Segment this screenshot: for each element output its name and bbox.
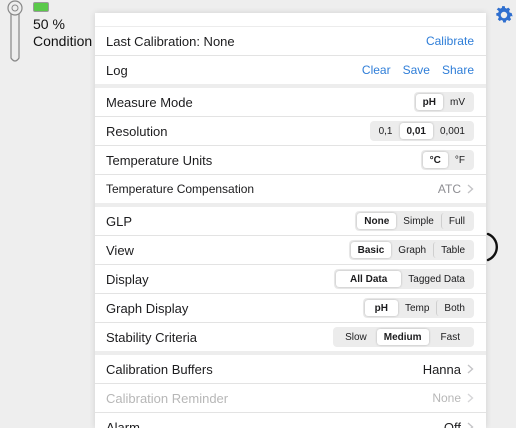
- display-label: Display: [106, 271, 149, 287]
- measure-mode-ph[interactable]: pH: [415, 94, 443, 110]
- display-control: All Data Tagged Data: [334, 269, 474, 289]
- glp-full[interactable]: Full: [440, 213, 472, 229]
- last-calibration-row: Last Calibration: None Calibrate: [95, 27, 486, 56]
- calibrate-link[interactable]: Calibrate: [426, 34, 474, 48]
- graph-display-both[interactable]: Both: [436, 300, 472, 316]
- log-label: Log: [106, 62, 128, 78]
- temperature-units-fahrenheit[interactable]: °F: [448, 152, 472, 168]
- view-table[interactable]: Table: [433, 242, 472, 258]
- glp-label: GLP: [106, 213, 133, 229]
- calibration-reminder-label: Calibration Reminder: [106, 390, 229, 406]
- glp-row: GLP None Simple Full: [95, 207, 486, 236]
- glp-control: None Simple Full: [355, 211, 474, 231]
- glp-simple[interactable]: Simple: [396, 213, 441, 229]
- temperature-compensation-value: ATC: [437, 182, 461, 196]
- stability-fast[interactable]: Fast: [429, 329, 472, 345]
- stability-criteria-label: Stability Criteria: [106, 329, 198, 345]
- battery-percent: 50 %: [33, 16, 65, 32]
- graph-display-label: Graph Display: [106, 300, 189, 316]
- measure-mode-row: Measure Mode pH mV: [95, 88, 486, 117]
- view-basic[interactable]: Basic: [350, 242, 392, 258]
- log-row: Log Clear Save Share: [95, 56, 486, 88]
- stability-criteria-row: Stability Criteria Slow Medium Fast: [95, 323, 486, 355]
- calibration-buffers-value: Hanna: [422, 361, 461, 377]
- battery-icon: [33, 2, 49, 12]
- stability-medium[interactable]: Medium: [376, 329, 429, 345]
- probe-icon: [7, 0, 23, 62]
- chevron-right-icon: [467, 184, 474, 194]
- view-row: View Basic Graph Table: [95, 236, 486, 265]
- view-label: View: [106, 242, 134, 258]
- graph-display-row: Graph Display pH Temp Both: [95, 294, 486, 323]
- temperature-units-label: Temperature Units: [106, 152, 213, 168]
- alarm-row[interactable]: Alarm Off: [95, 413, 486, 428]
- temperature-units-control: °C °F: [420, 150, 474, 170]
- display-tagged-data[interactable]: Tagged Data: [401, 271, 472, 287]
- view-graph[interactable]: Graph: [391, 242, 433, 258]
- calibration-buffers-row[interactable]: Calibration Buffers Hanna: [95, 355, 486, 384]
- chevron-right-icon: [467, 364, 474, 374]
- graph-display-ph[interactable]: pH: [364, 300, 398, 316]
- calibration-buffers-label: Calibration Buffers: [106, 361, 213, 377]
- share-log-link[interactable]: Share: [442, 63, 474, 77]
- last-calibration-label: Last Calibration: None: [106, 33, 235, 49]
- chevron-right-icon: [467, 422, 474, 428]
- temperature-compensation-label: Temperature Compensation: [106, 182, 255, 196]
- measure-mode-label: Measure Mode: [106, 94, 193, 110]
- stability-criteria-control: Slow Medium Fast: [333, 327, 474, 347]
- resolution-0-001[interactable]: 0,001: [433, 123, 472, 139]
- save-log-link[interactable]: Save: [403, 63, 430, 77]
- resolution-label: Resolution: [106, 123, 168, 139]
- glp-none[interactable]: None: [357, 213, 397, 229]
- graph-display-control: pH Temp Both: [362, 298, 474, 318]
- resolution-0-1[interactable]: 0,1: [372, 123, 400, 139]
- alarm-value: Off: [443, 419, 461, 428]
- panel-header: [95, 13, 486, 27]
- settings-panel: Last Calibration: None Calibrate Log Cle…: [95, 13, 486, 428]
- clear-log-link[interactable]: Clear: [362, 63, 391, 77]
- calibration-reminder-row: Calibration Reminder None: [95, 384, 486, 413]
- resolution-row: Resolution 0,1 0,01 0,001: [95, 117, 486, 146]
- measure-mode-control: pH mV: [413, 92, 474, 112]
- display-all-data[interactable]: All Data: [336, 271, 402, 287]
- temperature-compensation-row[interactable]: Temperature Compensation ATC: [95, 175, 486, 207]
- alarm-label: Alarm: [106, 419, 140, 428]
- temperature-units-celsius[interactable]: °C: [422, 152, 448, 168]
- condition-status: Condition -: [33, 33, 101, 49]
- chevron-right-icon: [467, 393, 474, 403]
- view-control: Basic Graph Table: [348, 240, 474, 260]
- temperature-units-row: Temperature Units °C °F: [95, 146, 486, 175]
- resolution-0-01[interactable]: 0,01: [399, 123, 433, 139]
- measure-mode-mv[interactable]: mV: [443, 94, 472, 110]
- display-row: Display All Data Tagged Data: [95, 265, 486, 294]
- stability-slow[interactable]: Slow: [335, 329, 377, 345]
- calibration-reminder-value: None: [432, 391, 461, 405]
- gear-icon[interactable]: [493, 4, 515, 26]
- resolution-control: 0,1 0,01 0,001: [369, 121, 474, 141]
- graph-display-temp[interactable]: Temp: [398, 300, 436, 316]
